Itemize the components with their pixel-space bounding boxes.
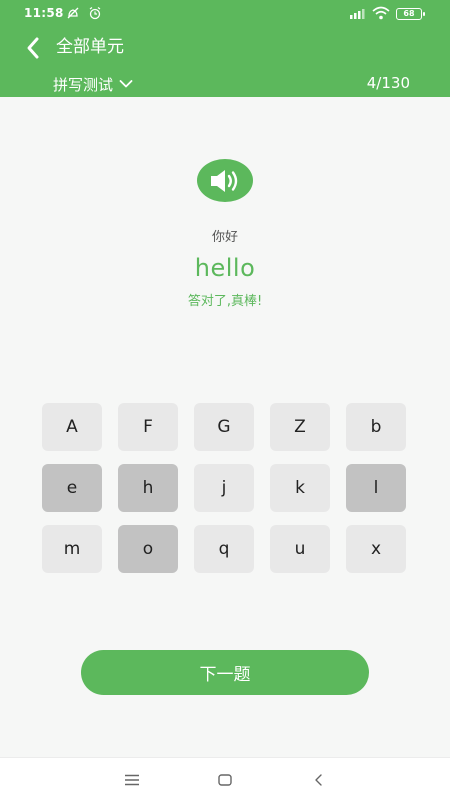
speaker-icon bbox=[211, 169, 238, 192]
letter-key[interactable]: k bbox=[270, 464, 330, 512]
play-audio-button[interactable] bbox=[197, 159, 253, 202]
spelled-word: hello bbox=[194, 254, 256, 282]
letter-key[interactable]: G bbox=[194, 403, 254, 451]
letter-key[interactable]: o bbox=[118, 525, 178, 573]
battery-icon: 68 bbox=[396, 8, 425, 20]
letter-key[interactable]: l bbox=[346, 464, 406, 512]
hd-signal-icon bbox=[348, 6, 366, 23]
alarm-icon bbox=[88, 6, 102, 23]
page-title: 全部单元 bbox=[56, 37, 124, 57]
back-icon bbox=[315, 774, 322, 786]
next-question-label: 下一题 bbox=[199, 665, 251, 685]
letter-key[interactable]: Z bbox=[270, 403, 330, 451]
letter-key[interactable]: b bbox=[346, 403, 406, 451]
status-time: 11:58 bbox=[24, 6, 64, 20]
letter-key[interactable]: e bbox=[42, 464, 102, 512]
menu-nav-button[interactable] bbox=[120, 768, 144, 792]
back-button[interactable] bbox=[20, 34, 48, 62]
home-icon bbox=[218, 774, 232, 786]
letter-key[interactable]: x bbox=[346, 525, 406, 573]
letter-key[interactable]: F bbox=[118, 403, 178, 451]
menu-icon bbox=[125, 774, 139, 786]
progress-counter: 4/130 bbox=[366, 74, 410, 92]
letter-key[interactable]: A bbox=[42, 403, 102, 451]
word-meaning: 你好 bbox=[211, 230, 238, 245]
system-nav-bar bbox=[0, 757, 450, 800]
letter-keypad: AFGZb ehjkl moqux bbox=[42, 403, 409, 573]
chevron-left-icon bbox=[27, 37, 39, 59]
next-question-button[interactable]: 下一题 bbox=[81, 650, 369, 695]
letter-key[interactable]: m bbox=[42, 525, 102, 573]
letter-key[interactable]: h bbox=[118, 464, 178, 512]
home-nav-button[interactable] bbox=[213, 768, 237, 792]
back-nav-button[interactable] bbox=[307, 768, 331, 792]
letter-key[interactable]: u bbox=[270, 525, 330, 573]
letter-key[interactable]: j bbox=[194, 464, 254, 512]
test-mode-label: 拼写测试 bbox=[53, 75, 114, 94]
status-bar: 11:58 68 bbox=[0, 0, 450, 28]
letter-key[interactable]: q bbox=[194, 525, 254, 573]
app-header: 11:58 68 全部单元 拼写测试 4/130 bbox=[0, 0, 450, 97]
test-mode-dropdown[interactable]: 拼写测试 bbox=[53, 73, 133, 95]
answer-feedback: 答对了,真棒! bbox=[187, 294, 263, 309]
no-disturb-icon bbox=[66, 6, 80, 23]
chevron-down-icon bbox=[119, 80, 133, 88]
wifi-icon bbox=[372, 6, 390, 23]
